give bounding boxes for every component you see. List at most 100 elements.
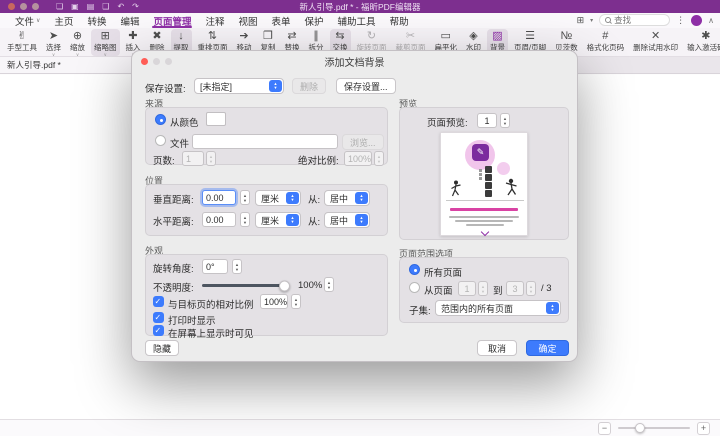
opacity-value: 100% <box>298 280 322 291</box>
more-options-icon[interactable]: ⋮ <box>676 15 685 26</box>
toolbar-zoom-button[interactable]: ⊕缩放∨ <box>67 29 88 56</box>
vertical-title-text <box>485 166 492 197</box>
collapse-ribbon-icon[interactable]: ∧ <box>708 16 714 25</box>
vertical-distance-input[interactable]: 0.00 <box>202 190 236 205</box>
undo-icon[interactable]: ↶ <box>117 0 124 13</box>
relative-scale-stepper[interactable] <box>291 294 301 309</box>
zoom-slider-knob[interactable] <box>635 423 645 433</box>
zoom-slider[interactable] <box>618 427 690 429</box>
toolbar-select-button[interactable]: ➤选择∨ <box>43 29 64 56</box>
show-when-printing-label: 打印时显示 <box>168 313 216 327</box>
chevron-down-icon: ∨ <box>76 53 79 56</box>
zoom-in-button[interactable]: + <box>697 422 710 435</box>
zoom-out-button[interactable]: − <box>598 422 611 435</box>
view-mode-icon[interactable]: ⊞ <box>577 15 585 26</box>
dropdown-stepper-icon <box>286 214 299 226</box>
page-preview-stepper[interactable] <box>500 113 510 128</box>
window-minimize-button[interactable] <box>20 3 27 10</box>
horizontal-anchor-dropdown[interactable]: 居中 <box>324 212 370 228</box>
save-setting-button[interactable]: 保存设置... <box>336 78 396 94</box>
toolbar-thumbnails-button[interactable]: ⊞缩略图∨ <box>91 29 120 56</box>
horizontal-distance-label: 水平距离: <box>153 214 194 228</box>
dialog-close-button[interactable] <box>141 58 148 65</box>
dropdown-stepper-icon <box>269 80 282 92</box>
menubar-items: 文件∨ 主页转换编辑页面管理注释视图表单保护辅助工具帮助 <box>8 13 416 28</box>
print-icon[interactable]: ▤ <box>87 0 95 13</box>
show-on-screen-checkbox[interactable] <box>153 325 164 336</box>
menu-tab-accessibility-tools[interactable]: 辅助工具 <box>331 13 383 28</box>
open-file-icon[interactable]: ❏ <box>56 0 63 13</box>
app-window: { "window": { "title": "新人引导.pdf * - 福昕P… <box>0 0 720 436</box>
new-page-icon[interactable]: ❑ <box>102 0 109 13</box>
horizontal-unit-dropdown[interactable]: 厘米 <box>255 212 301 228</box>
thumbnails-icon: ⊞ <box>101 30 110 42</box>
horizontal-distance-input[interactable]: 0.00 <box>202 212 236 227</box>
document-tab[interactable]: 新人引导.pdf * ✕ <box>0 57 150 73</box>
absolute-scale-input: 100% <box>344 151 372 166</box>
toolbar-enter-activation-code-button[interactable]: ✱输入激活码 <box>684 29 720 56</box>
from-file-radio[interactable] <box>155 135 166 146</box>
to-page-stepper <box>526 281 536 296</box>
hand-tool-icon: ✌ <box>17 30 26 42</box>
account-avatar[interactable] <box>691 15 702 26</box>
window-close-button[interactable] <box>8 3 15 10</box>
search-input[interactable] <box>614 15 664 25</box>
app-logo-icon: ✎ <box>472 144 489 161</box>
menu-tab-view[interactable]: 视图 <box>232 13 265 28</box>
toolbar-format-page-numbers-button[interactable]: #格式化页码 <box>584 29 628 56</box>
vertical-from-label: 从: <box>308 192 320 206</box>
hide-button[interactable]: 隐藏 <box>145 340 179 356</box>
menu-tab-form[interactable]: 表单 <box>265 13 298 28</box>
window-titlebar: ❏▣▤❑↶↷ 新人引导.pdf * - 福昕PDF编辑器 <box>0 0 720 13</box>
save-settings-dropdown[interactable]: [未指定] <box>194 78 284 94</box>
vertical-anchor-dropdown[interactable]: 居中 <box>324 190 370 206</box>
relative-scale-input[interactable]: 100% <box>260 294 288 309</box>
dropdown-stepper-icon <box>286 192 299 204</box>
opacity-slider[interactable] <box>202 284 288 287</box>
opacity-stepper[interactable] <box>324 277 334 292</box>
cancel-button[interactable]: 取消 <box>477 340 517 356</box>
rotation-stepper[interactable] <box>232 259 242 274</box>
menu-tab-label: 表单 <box>272 14 291 28</box>
window-zoom-button[interactable] <box>32 3 39 10</box>
statusbar: − + <box>0 419 720 436</box>
search-box[interactable] <box>599 14 670 26</box>
view-mode-caret-icon[interactable]: ▾ <box>590 17 593 24</box>
toolbar-remove-trial-watermark-button[interactable]: ✕删除试用水印 <box>630 29 681 56</box>
chevron-down-icon: ∨ <box>36 17 40 24</box>
vertical-unit-dropdown[interactable]: 厘米 <box>255 190 301 206</box>
menubar: 文件∨ 主页转换编辑页面管理注释视图表单保护辅助工具帮助 ⊞ ▾ ⋮ ∧ <box>0 13 720 28</box>
menu-tab-edit[interactable]: 编辑 <box>113 13 146 28</box>
from-page-radio[interactable] <box>409 282 420 293</box>
menu-tab-label: 主页 <box>54 14 73 28</box>
file-path-input[interactable] <box>192 134 338 149</box>
page-preview-input[interactable]: 1 <box>477 113 497 128</box>
all-pages-radio[interactable] <box>409 264 420 275</box>
from-color-radio[interactable] <box>155 114 166 125</box>
pages-stepper <box>206 151 216 166</box>
vertical-distance-label: 垂直距离: <box>153 192 194 206</box>
relative-scale-checkbox[interactable] <box>153 296 164 307</box>
menu-tab-comment[interactable]: 注释 <box>198 13 231 28</box>
toolbar-hand-tool-button[interactable]: ✌手型工具 <box>4 29 40 56</box>
menu-tab-home[interactable]: 主页 <box>47 13 80 28</box>
save-icon[interactable]: ▣ <box>71 0 79 13</box>
gray-text-line <box>455 220 513 222</box>
subset-label: 子集: <box>409 303 431 317</box>
from-page-label: 从页面 <box>424 283 453 297</box>
menu-tab-protect[interactable]: 保护 <box>298 13 331 28</box>
color-swatch[interactable] <box>206 112 226 126</box>
menu-tab-page-management[interactable]: 页面管理 <box>146 13 198 28</box>
vertical-distance-stepper[interactable] <box>240 190 250 205</box>
dropdown-stepper-icon <box>355 214 368 226</box>
redo-icon[interactable]: ↷ <box>132 0 139 13</box>
show-when-printing-checkbox[interactable] <box>153 312 164 323</box>
horizontal-distance-stepper[interactable] <box>240 212 250 227</box>
opacity-slider-knob[interactable] <box>279 280 290 291</box>
menu-tab-convert[interactable]: 转换 <box>80 13 113 28</box>
subset-dropdown[interactable]: 范围内的所有页面 <box>435 300 561 316</box>
ok-button[interactable]: 确定 <box>526 340 569 356</box>
rotation-input[interactable]: 0° <box>202 259 228 274</box>
menu-tab-file[interactable]: 文件∨ <box>8 13 47 28</box>
menu-tab-help[interactable]: 帮助 <box>383 13 416 28</box>
